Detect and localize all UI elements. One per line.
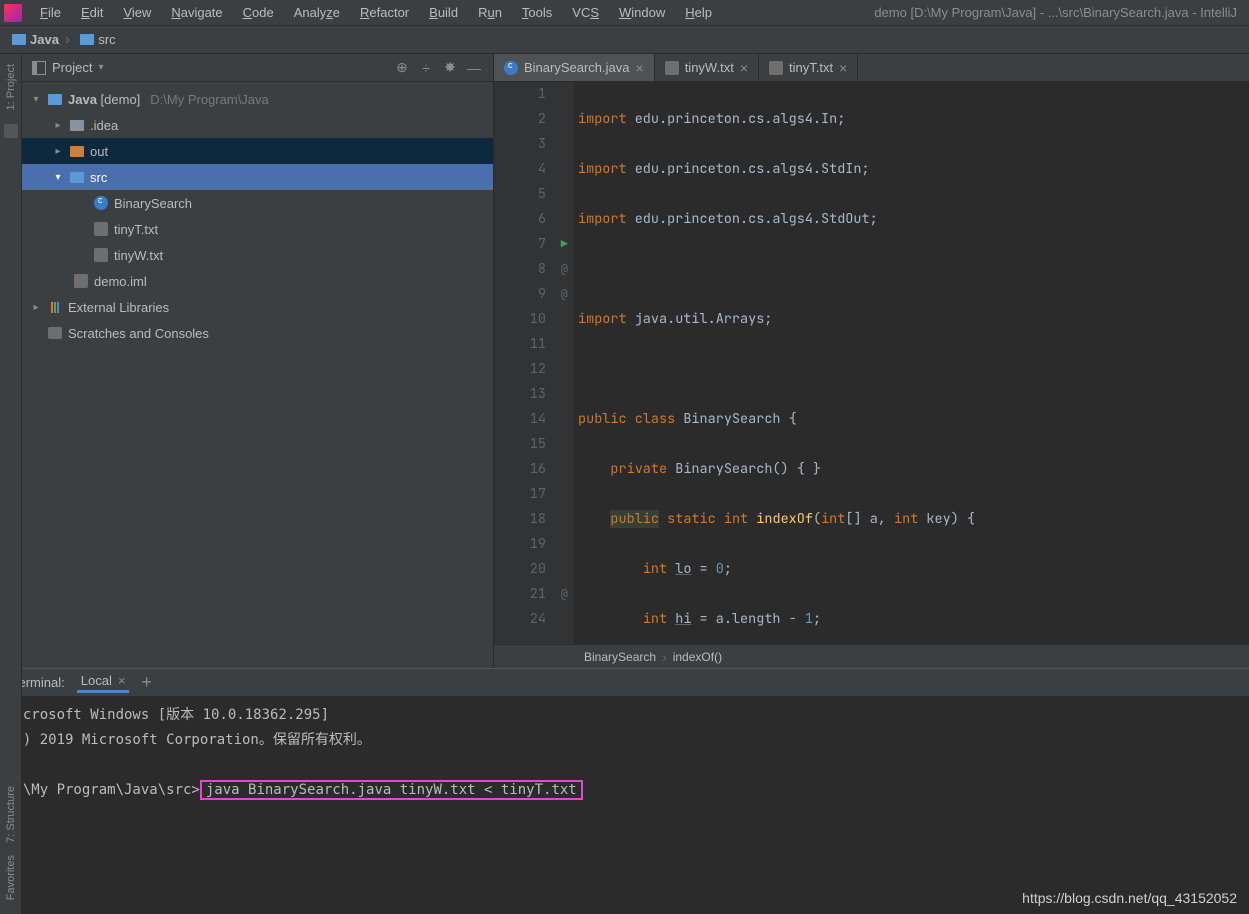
window-title: demo [D:\My Program\Java] - ...\src\Bina… <box>874 5 1245 20</box>
crumb-label: src <box>98 32 115 47</box>
folder-icon <box>80 34 94 45</box>
library-icon <box>48 300 62 314</box>
menu-window[interactable]: Window <box>609 5 675 20</box>
close-icon[interactable]: × <box>636 60 644 76</box>
java-class-icon <box>504 61 518 75</box>
folder-icon <box>70 120 84 131</box>
project-panel: Project ▾ ⊕ ÷ ✸ — ▾ Java [demo] D:\My Pr… <box>22 54 494 668</box>
locate-button[interactable]: ⊕ <box>393 59 411 77</box>
side-tab-favorites[interactable]: Favorites <box>5 849 17 906</box>
terminal-command: java BinarySearch.java tinyW.txt < tinyT… <box>200 780 583 800</box>
breadcrumb-method[interactable]: indexOf() <box>673 650 722 664</box>
tree-external-libs[interactable]: ▸ External Libraries <box>22 294 493 320</box>
editor-tabs: BinarySearch.java × tinyW.txt × tinyT.tx… <box>494 54 1249 82</box>
tab-tinyw[interactable]: tinyW.txt × <box>655 54 759 81</box>
add-terminal-button[interactable]: + <box>141 672 152 693</box>
tree-iml[interactable]: demo.iml <box>22 268 493 294</box>
menu-build[interactable]: Build <box>419 5 468 20</box>
watermark: https://blog.csdn.net/qq_43152052 <box>1022 890 1237 906</box>
left-bottom-tool-strip: 7: Structure Favorites <box>0 668 22 914</box>
expand-icon[interactable]: ▸ <box>30 301 42 313</box>
project-panel-header: Project ▾ ⊕ ÷ ✸ — <box>22 54 493 82</box>
menu-help[interactable]: Help <box>675 5 722 20</box>
menu-file[interactable]: File <box>30 5 71 20</box>
iml-file-icon <box>74 274 88 288</box>
menu-navigate[interactable]: Navigate <box>161 5 232 20</box>
text-file-icon <box>769 61 783 75</box>
terminal-panel: Terminal: Local × + Microsoft Windows [版… <box>0 668 1249 914</box>
tree-idea[interactable]: ▸ .idea <box>22 112 493 138</box>
dropdown-icon[interactable]: ▾ <box>98 62 103 73</box>
text-file-icon <box>94 222 108 236</box>
folder-icon <box>48 94 62 105</box>
breadcrumb-src[interactable]: src <box>76 32 119 47</box>
pane-icon <box>32 61 46 75</box>
code-breadcrumb: BinarySearch › indexOf() <box>494 644 1249 668</box>
menubar: File Edit View Navigate Code Analyze Ref… <box>0 0 1249 26</box>
scratch-icon <box>48 327 62 339</box>
tree-scratches[interactable]: Scratches and Consoles <box>22 320 493 346</box>
expand-icon[interactable]: ▸ <box>52 119 64 131</box>
tree-file-binarysearch[interactable]: BinarySearch <box>22 190 493 216</box>
side-tab-structure[interactable]: 7: Structure <box>5 780 17 849</box>
tree-out[interactable]: ▸ out <box>22 138 493 164</box>
expand-icon[interactable]: ▸ <box>52 145 64 157</box>
breadcrumb-class[interactable]: BinarySearch <box>584 650 656 664</box>
crumb-label: Java <box>30 32 59 47</box>
close-icon[interactable]: × <box>118 673 126 688</box>
project-panel-title: Project <box>52 60 92 75</box>
close-icon[interactable]: × <box>839 60 847 76</box>
menu-edit[interactable]: Edit <box>71 5 113 20</box>
tree-file-tinyt[interactable]: tinyT.txt <box>22 216 493 242</box>
folder-icon <box>70 146 84 157</box>
menu-run[interactable]: Run <box>468 5 512 20</box>
tree-root[interactable]: ▾ Java [demo] D:\My Program\Java <box>22 86 493 112</box>
nav-bar: Java › src <box>0 26 1249 54</box>
folder-icon <box>70 172 84 183</box>
menu-refactor[interactable]: Refactor <box>350 5 419 20</box>
tab-tinyt[interactable]: tinyT.txt × <box>759 54 858 81</box>
bookmark-icon[interactable] <box>4 124 18 138</box>
hide-button[interactable]: — <box>465 59 483 77</box>
menu-tools[interactable]: Tools <box>512 5 562 20</box>
folder-icon <box>12 34 26 45</box>
left-tool-strip: 1: Project <box>0 54 22 668</box>
collapse-button[interactable]: ÷ <box>417 59 435 77</box>
menu-code[interactable]: Code <box>233 5 284 20</box>
tab-label: BinarySearch.java <box>524 60 630 75</box>
menu-view[interactable]: View <box>113 5 161 20</box>
tab-binarysearch[interactable]: BinarySearch.java × <box>494 54 655 81</box>
tab-label: tinyT.txt <box>789 60 833 75</box>
terminal-header: Terminal: Local × + <box>0 669 1249 697</box>
terminal-output[interactable]: Microsoft Windows [版本 10.0.18362.295] (c… <box>0 697 1249 914</box>
menu-vcs[interactable]: VCS <box>562 5 609 20</box>
run-gutter-icon[interactable]: ▶ <box>561 232 568 257</box>
expand-icon[interactable]: ▾ <box>52 171 64 183</box>
terminal-tab-local[interactable]: Local × <box>77 673 130 693</box>
close-icon[interactable]: × <box>740 60 748 76</box>
app-icon <box>4 4 22 22</box>
code-content[interactable]: import edu.princeton.cs.algs4.In; import… <box>574 82 1249 644</box>
code-editor[interactable]: 1234 56 7▶ 8@ 9@ 10111213 14151617 18192… <box>494 82 1249 644</box>
breadcrumb-java[interactable]: Java › <box>8 31 76 49</box>
tab-label: tinyW.txt <box>685 60 734 75</box>
text-file-icon <box>94 248 108 262</box>
settings-button[interactable]: ✸ <box>441 59 459 77</box>
tree-file-tinyw[interactable]: tinyW.txt <box>22 242 493 268</box>
expand-icon[interactable]: ▾ <box>30 93 42 105</box>
line-gutter: 1234 56 7▶ 8@ 9@ 10111213 14151617 18192… <box>494 82 574 644</box>
editor-area: BinarySearch.java × tinyW.txt × tinyT.tx… <box>494 54 1249 668</box>
menu-analyze[interactable]: Analyze <box>284 5 350 20</box>
project-tree: ▾ Java [demo] D:\My Program\Java ▸ .idea… <box>22 82 493 668</box>
side-tab-project[interactable]: 1: Project <box>5 58 17 116</box>
tree-src[interactable]: ▾ src <box>22 164 493 190</box>
java-class-icon <box>94 196 108 210</box>
text-file-icon <box>665 61 679 75</box>
